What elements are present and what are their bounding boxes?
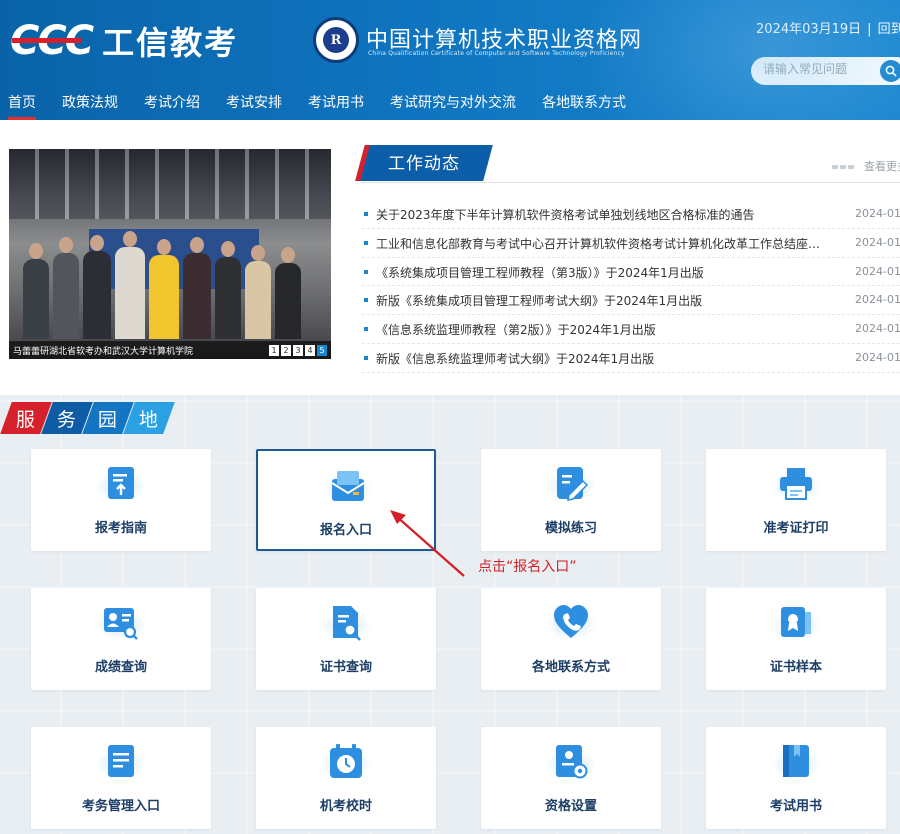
news-item[interactable]: 新版《信息系统监理师考试大纲》于2024年1月出版2024-01-1	[362, 344, 900, 373]
nav-item-contacts[interactable]: 各地联系方式	[542, 88, 626, 120]
news-item[interactable]: 《信息系统监理师教程（第2版）》于2024年1月出版2024-01-1	[362, 315, 900, 344]
divider	[360, 182, 900, 183]
card-exam-time-sync[interactable]: 机考校时	[256, 727, 436, 829]
nav-item-home[interactable]: 首页	[8, 88, 36, 120]
nav-item-policy[interactable]: 政策法规	[62, 88, 118, 120]
printer-icon	[770, 465, 822, 503]
news-item[interactable]: 工业和信息化部教育与考试中心召开计算机软件资格考试计算机化改革工作总结座谈会 20…	[362, 229, 900, 258]
news-title: 工作动态	[388, 154, 460, 174]
bullet-icon	[364, 240, 368, 245]
date-bar: 2024年03月19日|回到首页	[756, 18, 900, 37]
bullet-icon	[364, 355, 368, 360]
card-score-query[interactable]: 成绩查询	[31, 588, 211, 690]
current-date: 2024年03月19日	[756, 22, 862, 37]
guide-icon	[95, 465, 147, 503]
photo-carousel[interactable]: 马蕾蕾研湖北省软考办和武汉大学计算机学院 1 2 3 4 5	[9, 149, 331, 359]
card-practice[interactable]: 模拟练习	[481, 449, 661, 551]
news-list: 关于2023年度下半年计算机软件资格考试单独划线地区合格标准的通告 2024-01…	[362, 200, 900, 373]
nav-item-research[interactable]: 考试研究与对外交流	[390, 88, 516, 120]
card-exam-guide[interactable]: 报考指南	[31, 449, 211, 551]
annotation-text: 点击“报名入口”	[478, 559, 577, 575]
service-title: 服 务 园 地	[0, 402, 175, 434]
bullet-icon	[364, 298, 368, 303]
annotation-arrow-icon	[390, 510, 465, 577]
carousel-page-5[interactable]: 5	[317, 345, 327, 356]
score-query-icon	[95, 604, 147, 642]
carousel-page-2[interactable]: 2	[281, 345, 291, 356]
card-qualification-settings[interactable]: 资格设置	[481, 727, 661, 829]
nav-item-exam-schedule[interactable]: 考试安排	[226, 88, 282, 120]
logo-text: 工信教考	[102, 24, 239, 62]
search-input[interactable]	[763, 62, 873, 76]
seal-emblem-icon: R	[313, 17, 359, 63]
logo-ccc-mark: CCC	[10, 18, 94, 64]
nav-item-exam-books[interactable]: 考试用书	[308, 88, 364, 120]
bullet-icon	[364, 212, 368, 216]
search-box	[751, 57, 900, 85]
news-item[interactable]: 关于2023年度下半年计算机软件资格考试单独划线地区合格标准的通告 2024-01…	[362, 200, 900, 229]
bullet-icon	[364, 269, 368, 274]
home-link[interactable]: 回到首页	[878, 22, 900, 37]
exam-management-icon	[95, 743, 147, 781]
news-item[interactable]: 《系统集成项目管理工程师教程（第3版）》于2024年1月出版2024-01-1	[362, 258, 900, 287]
search-icon[interactable]	[880, 60, 900, 82]
carousel-page-1[interactable]: 1	[269, 345, 279, 356]
main-nav: 首页 政策法规 考试介绍 考试安排 考试用书 考试研究与对外交流 各地联系方式	[0, 88, 652, 120]
certificate-query-icon	[320, 604, 372, 642]
certificate-sample-icon	[770, 604, 822, 642]
card-exam-management[interactable]: 考务管理入口	[31, 727, 211, 829]
phone-heart-icon	[545, 604, 597, 642]
carousel-page-3[interactable]: 3	[293, 345, 303, 356]
site-subtitle: China Qualification Certificate of Compu…	[368, 50, 625, 57]
card-admission-print[interactable]: 准考证打印	[706, 449, 886, 551]
book-icon	[770, 743, 822, 781]
card-certificate-sample[interactable]: 证书样本	[706, 588, 886, 690]
bullet-icon	[364, 327, 368, 332]
card-exam-books[interactable]: 考试用书	[706, 727, 886, 829]
card-regional-contacts[interactable]: 各地联系方式	[481, 588, 661, 690]
carousel-page-4[interactable]: 4	[305, 345, 315, 356]
clock-icon	[320, 743, 372, 781]
nav-item-exam-intro[interactable]: 考试介绍	[144, 88, 200, 120]
qualification-settings-icon	[545, 743, 597, 781]
site-logo[interactable]: CCC 工信教考	[10, 18, 238, 64]
news-item[interactable]: 新版《系统集成项目管理工程师考试大纲》于2024年1月出版2024-01-1	[362, 286, 900, 316]
register-icon	[322, 467, 374, 505]
view-more-link[interactable]: 查看更多	[832, 158, 900, 174]
card-certificate-query[interactable]: 证书查询	[256, 588, 436, 690]
carousel-pager: 1 2 3 4 5	[269, 345, 327, 356]
practice-icon	[545, 465, 597, 503]
site-header: CCC 工信教考 R 中国计算机技术职业资格网 China Qualificat…	[0, 0, 900, 120]
